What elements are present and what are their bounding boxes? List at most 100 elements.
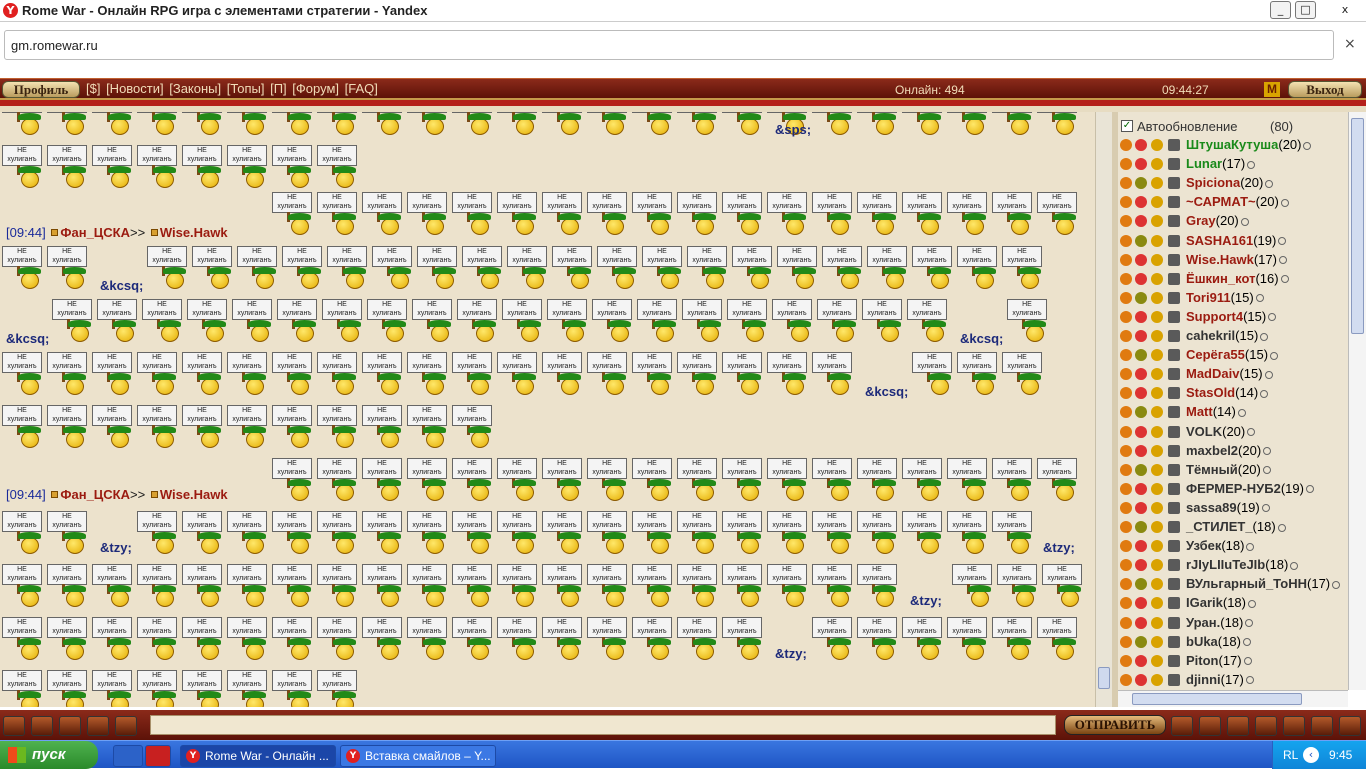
- profile-button[interactable]: Профиль: [2, 81, 80, 98]
- search-icon[interactable]: [1171, 716, 1193, 736]
- private-message-arrow-icon[interactable]: [1120, 540, 1132, 553]
- user-list-item[interactable]: sassa89(19): [1118, 499, 1348, 518]
- private-message-arrow-icon[interactable]: [1120, 559, 1132, 572]
- clan-emblem-icon[interactable]: [1168, 177, 1180, 190]
- user-info-icon[interactable]: [1240, 217, 1249, 226]
- clan-emblem-icon[interactable]: [1168, 673, 1180, 686]
- user-list-item[interactable]: ~САРМАТ~(20): [1118, 193, 1348, 212]
- user-list-item[interactable]: MadDaiv(15): [1118, 365, 1348, 384]
- player-info-icon[interactable]: [51, 229, 59, 237]
- user-name[interactable]: Уран.: [1186, 615, 1220, 630]
- clan-emblem-icon[interactable]: [1168, 425, 1180, 438]
- chat-scrollbar[interactable]: [1095, 112, 1112, 707]
- inventory-icon[interactable]: [59, 716, 81, 736]
- clan-emblem-icon[interactable]: [1168, 597, 1180, 610]
- private-message-arrow-icon[interactable]: [1120, 349, 1132, 362]
- quicklaunch-browser-icon[interactable]: [113, 745, 143, 767]
- user-name[interactable]: sassa89: [1186, 500, 1237, 515]
- user-info-icon[interactable]: [1265, 179, 1274, 188]
- user-entry[interactable]: ФЕРМЕР-НУБ2(19): [1186, 481, 1314, 496]
- treasure-icon[interactable]: [1227, 716, 1249, 736]
- user-name[interactable]: StasOld: [1186, 385, 1235, 400]
- clan-emblem-icon[interactable]: [1168, 501, 1180, 514]
- private-message-arrow-icon[interactable]: [1120, 654, 1132, 667]
- user-entry[interactable]: IGarik(18): [1186, 595, 1256, 610]
- user-name[interactable]: Spiciona: [1186, 175, 1240, 190]
- sword-icon[interactable]: [87, 716, 109, 736]
- private-message-arrow-icon[interactable]: [1120, 482, 1132, 495]
- clan-emblem-icon[interactable]: [1168, 559, 1180, 572]
- user-info-icon[interactable]: [1263, 447, 1272, 456]
- user-list-item[interactable]: SASHA161(19): [1118, 232, 1348, 251]
- private-message-arrow-icon[interactable]: [1120, 673, 1132, 686]
- user-entry[interactable]: Тёмный(20): [1186, 462, 1271, 477]
- user-info-icon[interactable]: [1290, 561, 1299, 570]
- private-message-arrow-icon[interactable]: [1120, 272, 1132, 285]
- private-message-arrow-icon[interactable]: [1120, 368, 1132, 381]
- private-message-arrow-icon[interactable]: [1120, 310, 1132, 323]
- settings-icon[interactable]: [1311, 716, 1333, 736]
- user-entry[interactable]: Узбек(18): [1186, 538, 1255, 553]
- user-entry[interactable]: Spiciona(20): [1186, 175, 1274, 190]
- user-name[interactable]: Wise.Hawk: [1186, 252, 1254, 267]
- user-info-icon[interactable]: [1268, 313, 1277, 322]
- user-name[interactable]: bUka: [1186, 634, 1218, 649]
- user-entry[interactable]: Support4(15): [1186, 309, 1277, 324]
- message-sender[interactable]: Фан_ЦСКА: [60, 487, 130, 502]
- user-entry[interactable]: Piton(17): [1186, 653, 1252, 668]
- address-url[interactable]: gm.romewar.ru: [11, 38, 98, 53]
- clan-emblem-icon[interactable]: [1168, 291, 1180, 304]
- chat-scrollbar-thumb[interactable]: [1098, 667, 1110, 689]
- user-list-item[interactable]: Support4(15): [1118, 308, 1348, 327]
- user-name[interactable]: Серёга55: [1186, 347, 1245, 362]
- user-info-icon[interactable]: [1247, 160, 1256, 169]
- user-entry[interactable]: StasOld(14): [1186, 385, 1269, 400]
- address-bar[interactable]: gm.romewar.ru: [4, 30, 1334, 60]
- user-name[interactable]: Piton: [1186, 653, 1219, 668]
- user-list-item[interactable]: djinni(17): [1118, 671, 1348, 690]
- private-message-arrow-icon[interactable]: [1120, 406, 1132, 419]
- user-list-hscrollbar-thumb[interactable]: [1132, 693, 1302, 705]
- clan-emblem-icon[interactable]: [1168, 139, 1180, 151]
- user-name[interactable]: Lunar: [1186, 156, 1222, 171]
- user-name[interactable]: djinni: [1186, 672, 1221, 687]
- clan-emblem-icon[interactable]: [1168, 578, 1180, 591]
- menu-links[interactable]: [$] [Новости] [Законы] [Топы] [П] [Форум…: [86, 81, 378, 96]
- window-icon[interactable]: [1283, 716, 1305, 736]
- private-message-arrow-icon[interactable]: [1120, 330, 1132, 342]
- private-message-arrow-icon[interactable]: [1120, 425, 1132, 438]
- user-list-item[interactable]: _СТИЛЕТ_(18): [1118, 518, 1348, 537]
- user-info-icon[interactable]: [1261, 504, 1270, 513]
- chat-bubble-icon[interactable]: [1199, 716, 1221, 736]
- close-chat-icon[interactable]: [1339, 716, 1361, 736]
- mail-badge-icon[interactable]: M: [1264, 82, 1280, 97]
- user-entry[interactable]: Tori911(15): [1186, 290, 1264, 305]
- user-info-icon[interactable]: [1280, 275, 1289, 284]
- user-info-icon[interactable]: [1278, 256, 1287, 265]
- user-list-item[interactable]: Уран.(18): [1118, 614, 1348, 633]
- user-list-scrollbar[interactable]: [1348, 112, 1366, 690]
- taskbar-app-romewar[interactable]: Y Rome War - Онлайн ...: [180, 745, 336, 767]
- message-recipient[interactable]: Wise.Hawk: [160, 225, 228, 240]
- private-message-arrow-icon[interactable]: [1120, 387, 1132, 400]
- user-list-item[interactable]: Lunar(17): [1118, 155, 1348, 174]
- message-recipient[interactable]: Wise.Hawk: [160, 487, 228, 502]
- private-message-arrow-icon[interactable]: [1120, 215, 1132, 228]
- clan-emblem-icon[interactable]: [1168, 310, 1180, 323]
- private-message-arrow-icon[interactable]: [1120, 521, 1132, 533]
- send-button[interactable]: ОТПРАВИТЬ: [1064, 715, 1166, 735]
- language-indicator[interactable]: RL: [1283, 741, 1298, 769]
- user-name[interactable]: Matt: [1186, 404, 1213, 419]
- user-list-item[interactable]: bUka(18): [1118, 633, 1348, 652]
- private-message-arrow-icon[interactable]: [1120, 444, 1132, 457]
- user-entry[interactable]: djinni(17): [1186, 672, 1254, 687]
- clan-emblem-icon[interactable]: [1168, 215, 1180, 228]
- start-button[interactable]: пуск: [0, 741, 98, 769]
- player-info-icon[interactable]: [150, 229, 158, 237]
- private-message-arrow-icon[interactable]: [1120, 501, 1132, 514]
- private-message-arrow-icon[interactable]: [1120, 463, 1132, 476]
- user-info-icon[interactable]: [1255, 294, 1264, 303]
- private-message-arrow-icon[interactable]: [1120, 139, 1132, 151]
- clan-emblem-icon[interactable]: [1168, 540, 1180, 553]
- user-name[interactable]: ~САРМАТ~: [1186, 194, 1256, 209]
